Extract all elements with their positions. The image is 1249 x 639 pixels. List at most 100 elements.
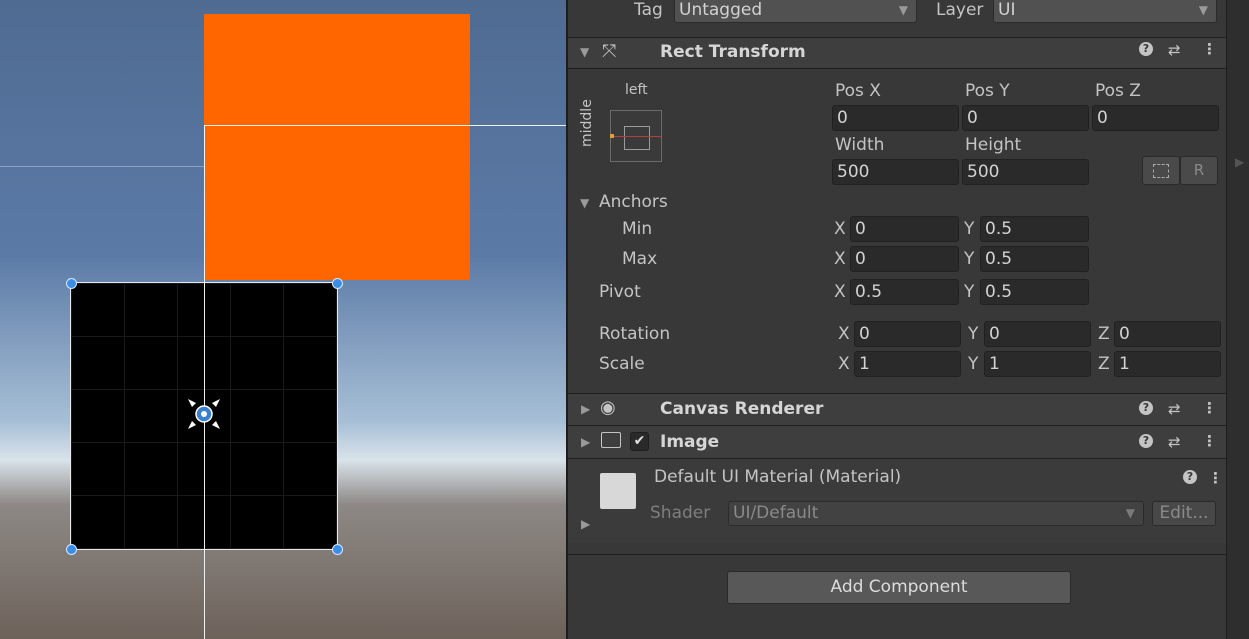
scale-x-axis-label: X: [838, 354, 850, 374]
pivot-gizmo-icon[interactable]: [186, 397, 222, 431]
anchors-foldout-icon[interactable]: ▼: [580, 196, 589, 210]
pivot-x-axis-label: X: [834, 282, 846, 302]
anchors-label[interactable]: Anchors: [599, 192, 668, 212]
layer-dropdown[interactable]: UI ▼: [993, 0, 1217, 23]
foldout-collapsed-icon[interactable]: ▶: [581, 402, 590, 416]
eye-icon: ◉: [600, 397, 616, 418]
add-component-button[interactable]: Add Component: [727, 571, 1071, 604]
resize-handle-top-right[interactable]: [332, 278, 343, 289]
anchor-min-y-field[interactable]: 0.5: [980, 216, 1089, 242]
shader-dropdown[interactable]: UI/Default ▼: [728, 501, 1144, 526]
anchor-preset-guide: [611, 136, 661, 137]
chevron-down-icon: ▼: [1198, 3, 1208, 17]
side-panel-arrow-icon[interactable]: ▶: [1235, 155, 1244, 169]
divider: [568, 68, 1228, 69]
shader-label: Shader: [650, 503, 711, 523]
anchor-min-x-field[interactable]: 0: [850, 216, 959, 242]
scale-y-axis-label: Y: [968, 354, 979, 374]
min-y-axis-label: Y: [964, 219, 975, 239]
context-menu-icon[interactable]: ⋮: [1208, 469, 1223, 487]
min-x-axis-label: X: [834, 219, 846, 239]
image-title: Image: [660, 432, 720, 452]
rotation-y-field[interactable]: 0: [984, 321, 1091, 347]
image-header[interactable]: ▶ ✔ Image ? ⇄ ⋮: [568, 426, 1228, 458]
resize-handle-bottom-right[interactable]: [332, 544, 343, 555]
layer-label: Layer: [936, 0, 984, 20]
rotation-z-field[interactable]: 0: [1114, 321, 1221, 347]
tag-value: Untagged: [679, 0, 763, 20]
blueprint-mode-icon: [1153, 164, 1169, 178]
height-field[interactable]: 500: [962, 159, 1089, 185]
pos-x-field[interactable]: 0: [832, 105, 959, 131]
raw-edit-button[interactable]: R: [1180, 156, 1218, 185]
material-name: Default UI Material (Material): [654, 467, 902, 487]
scale-z-field[interactable]: 1: [1114, 351, 1221, 377]
canvas-guide-horizontal-faint: [0, 166, 204, 167]
presets-icon[interactable]: ⇄: [1168, 400, 1181, 418]
height-label: Height: [965, 135, 1022, 155]
help-icon[interactable]: ?: [1183, 470, 1197, 484]
tag-label: Tag: [634, 0, 663, 20]
anchor-preset-inner-rect: [624, 126, 650, 150]
canvas-renderer-title: Canvas Renderer: [660, 399, 824, 419]
help-icon[interactable]: ?: [1139, 434, 1153, 448]
rect-transform-header[interactable]: ▼ ⤧ Rect Transform ? ⇄ ⋮: [568, 38, 1228, 68]
anchor-max-y-field[interactable]: 0.5: [980, 246, 1089, 272]
blueprint-mode-button[interactable]: [1142, 156, 1180, 185]
resize-handle-top-left[interactable]: [66, 278, 77, 289]
anchor-point: [610, 134, 614, 138]
resize-handle-bottom-left[interactable]: [66, 544, 77, 555]
max-label: Max: [622, 249, 658, 269]
width-label: Width: [835, 135, 885, 155]
scale-x-field[interactable]: 1: [854, 351, 961, 377]
raw-edit-icon: R: [1193, 161, 1205, 179]
scale-label: Scale: [599, 354, 645, 374]
pos-y-label: Pos Y: [965, 81, 1010, 101]
help-icon[interactable]: ?: [1139, 42, 1153, 56]
enabled-checkbox[interactable]: ✔: [630, 432, 649, 451]
anchor-preset-v-label: middle: [579, 99, 595, 147]
anchor-preset-button[interactable]: [610, 110, 662, 162]
foldout-expanded-icon[interactable]: ▼: [580, 45, 589, 59]
scene-view[interactable]: [0, 0, 566, 639]
pos-x-label: Pos X: [835, 81, 881, 101]
pivot-y-field[interactable]: 0.5: [980, 279, 1089, 305]
tag-dropdown[interactable]: Untagged ▼: [674, 0, 917, 23]
presets-icon[interactable]: ⇄: [1168, 433, 1181, 451]
shader-edit-button[interactable]: Edit...: [1152, 501, 1216, 526]
presets-icon[interactable]: ⇄: [1168, 41, 1181, 59]
inspector-panel: Tag Untagged ▼ Layer UI ▼ ▼ ⤧ Rect Trans…: [566, 0, 1249, 639]
pivot-x-field[interactable]: 0.5: [850, 279, 959, 305]
rotation-z-axis-label: Z: [1098, 324, 1110, 344]
rotation-y-axis-label: Y: [968, 324, 979, 344]
max-y-axis-label: Y: [964, 249, 975, 269]
rotation-label: Rotation: [599, 324, 671, 344]
image-component-icon: [601, 432, 621, 448]
pos-z-field[interactable]: 0: [1092, 105, 1219, 131]
context-menu-icon[interactable]: ⋮: [1202, 399, 1217, 417]
material-foldout-icon[interactable]: ▶: [581, 517, 590, 531]
anchor-max-x-field[interactable]: 0: [850, 246, 959, 272]
foldout-collapsed-icon[interactable]: ▶: [581, 435, 590, 449]
shader-value: UI/Default: [733, 503, 819, 523]
add-component-label: Add Component: [830, 577, 968, 597]
chevron-down-icon: ▼: [1125, 506, 1135, 520]
pos-z-label: Pos Z: [1095, 81, 1141, 101]
help-icon[interactable]: ?: [1139, 401, 1153, 415]
canvas-guide-horizontal: [204, 125, 566, 126]
material-preview-swatch[interactable]: [600, 473, 636, 509]
orange-image[interactable]: [204, 14, 470, 280]
pos-y-field[interactable]: 0: [962, 105, 1089, 131]
rotation-x-axis-label: X: [838, 324, 850, 344]
material-section: Default UI Material (Material) ? ⋮ ▶ Sha…: [568, 459, 1228, 543]
scale-y-field[interactable]: 1: [984, 351, 1091, 377]
context-menu-icon[interactable]: ⋮: [1202, 40, 1217, 58]
pivot-y-axis-label: Y: [964, 282, 975, 302]
context-menu-icon[interactable]: ⋮: [1202, 432, 1217, 450]
width-field[interactable]: 500: [832, 159, 959, 185]
rotation-x-field[interactable]: 0: [854, 321, 961, 347]
rect-transform-icon: ⤧: [602, 41, 617, 62]
inspector-scroll-strip[interactable]: ▶: [1226, 0, 1249, 639]
scale-z-axis-label: Z: [1098, 354, 1110, 374]
canvas-renderer-header[interactable]: ▶ ◉ Canvas Renderer ? ⇄ ⋮: [568, 394, 1228, 425]
